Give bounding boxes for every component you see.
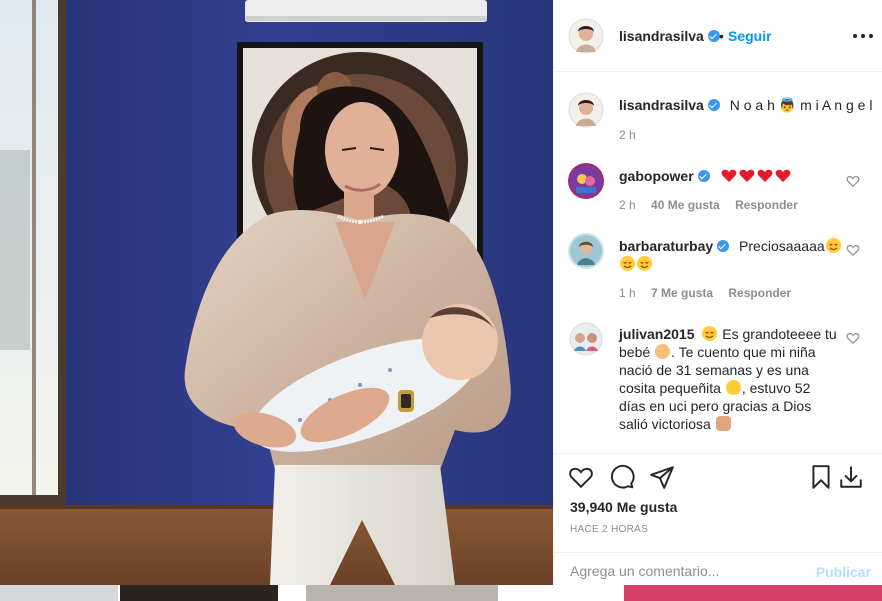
author-username-text[interactable]: lisandrasilva [619, 28, 704, 44]
download-icon[interactable] [838, 464, 864, 490]
comment-text: Es grandoteeee tu [722, 326, 837, 342]
photo-illustration [0, 0, 553, 585]
related-posts-strip [0, 585, 882, 601]
comment-emoji-line [619, 255, 653, 273]
flexed-biceps-emoji-icon [715, 416, 731, 431]
related-thumbnail[interactable] [306, 585, 498, 601]
caption-text: N o a h 👼 m i A n g e l [729, 97, 873, 113]
reply-button[interactable]: Responder [735, 198, 798, 212]
comment: julivan2015 Es grandoteeee tu bebé . Te … [619, 325, 844, 433]
instagram-post-viewer: lisandrasilva • Seguir lisandrasilva N o… [0, 0, 882, 601]
heart-eyes-emoji-icon [702, 326, 718, 341]
paper-plane-icon[interactable] [649, 464, 675, 490]
reply-button[interactable]: Responder [728, 286, 791, 300]
heart-eyes-emoji-icon [620, 256, 635, 271]
verified-badge-icon [717, 240, 730, 252]
comment-likes[interactable]: 40 Me gusta [651, 198, 720, 212]
comment-time[interactable]: 1 h [619, 286, 636, 300]
heart-eyes-emoji-icon [637, 256, 652, 271]
caption-username[interactable]: lisandrasilva [619, 97, 704, 113]
worried-face-emoji-icon [725, 380, 741, 395]
publish-button[interactable]: Publicar [816, 564, 871, 580]
separator-dot: • [719, 28, 724, 44]
more-options-icon[interactable] [853, 26, 873, 46]
comment-text: nació de 31 semanas y es una [619, 362, 809, 378]
comment: barbaraturbay Preciosaaaaa [619, 237, 842, 255]
related-thumbnail[interactable] [120, 585, 278, 601]
comment-icon[interactable] [609, 464, 635, 490]
caption-time[interactable]: 2 h [619, 128, 636, 142]
follow-button[interactable]: Seguir [728, 28, 772, 44]
comment-like-heart-icon[interactable] [846, 243, 860, 257]
comment-like-heart-icon[interactable] [846, 331, 860, 345]
red-heart-emoji-icon [775, 169, 790, 182]
commenter-avatar[interactable] [568, 321, 604, 357]
post-time[interactable]: HACE 2 HORAS [570, 524, 648, 535]
likes-count[interactable]: 39,940 Me gusta [570, 499, 677, 515]
heart-eyes-emoji-icon [825, 238, 841, 253]
commenter-avatar[interactable] [568, 233, 604, 269]
comment-like-heart-icon[interactable] [846, 174, 860, 188]
bookmark-icon[interactable] [808, 464, 834, 490]
post-actions: 39,940 Me gusta HACE 2 HORAS Publicar [554, 453, 882, 585]
comment-text: bebé [619, 344, 651, 360]
comment-composer: Publicar [554, 552, 882, 586]
author-username[interactable]: lisandrasilva [619, 28, 720, 44]
comment-text: , estuvo 52 [741, 380, 811, 396]
comment-text: cosita pequeñita [619, 380, 721, 396]
verified-badge-icon [707, 99, 720, 111]
author-avatar[interactable] [568, 18, 604, 54]
comment-username[interactable]: gabopower [619, 168, 694, 184]
red-heart-emoji-icon [739, 169, 754, 182]
related-thumbnail[interactable] [624, 585, 882, 601]
comment-meta: 2 h 40 Me gusta Responder [619, 198, 798, 212]
comment-time[interactable]: 2 h [619, 198, 636, 212]
comment-username[interactable]: barbaraturbay [619, 238, 713, 254]
heart-icon[interactable] [568, 464, 594, 490]
comment-meta: 1 h 7 Me gusta Responder [619, 286, 791, 300]
comment-input[interactable] [570, 563, 810, 579]
post-header: lisandrasilva • Seguir [554, 0, 882, 72]
comment-text: días en uci pero gracias a Dios [619, 398, 812, 414]
comment-text: salió victoriosa [619, 416, 711, 432]
verified-badge-icon [697, 170, 710, 182]
comment-hearts [720, 168, 792, 184]
post-details-panel: lisandrasilva • Seguir lisandrasilva N o… [553, 0, 882, 585]
related-thumbnail[interactable] [0, 585, 118, 601]
comments-list: lisandrasilva N o a h 👼 m i A n g e l 2 … [554, 72, 882, 453]
baby-emoji-icon [655, 344, 671, 359]
comment-text: Preciosaaaaa [739, 238, 825, 254]
post-photo[interactable] [0, 0, 553, 585]
comment-text: . Te cuento que mi niña [671, 344, 816, 360]
red-heart-emoji-icon [757, 169, 772, 182]
comment: gabopower [619, 167, 792, 185]
commenter-avatar[interactable] [568, 163, 604, 199]
red-heart-emoji-icon [721, 169, 736, 182]
comment-likes[interactable]: 7 Me gusta [651, 286, 713, 300]
post-caption: lisandrasilva N o a h 👼 m i A n g e l [619, 96, 872, 114]
comment-username[interactable]: julivan2015 [619, 326, 695, 342]
author-avatar[interactable] [568, 92, 604, 128]
